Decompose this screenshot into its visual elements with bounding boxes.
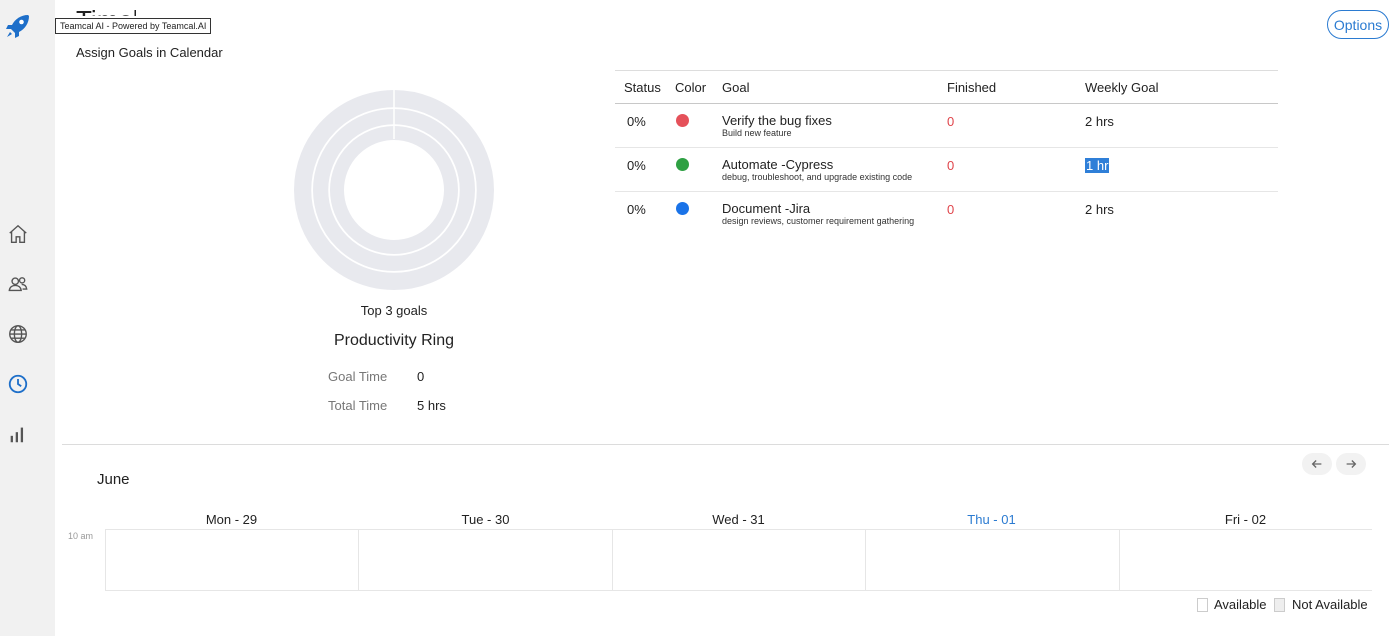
goals-table: Status Color Goal Finished Weekly Goal 0… — [615, 70, 1278, 236]
status-cell: 0% — [615, 147, 666, 192]
weekly-goal-selected-text[interactable]: 1 hr — [1085, 158, 1110, 173]
goal-cell: Document -Jira design reviews, customer … — [713, 192, 938, 236]
calendar-slot-mon[interactable] — [105, 530, 358, 590]
goal-description: design reviews, customer requirement gat… — [722, 216, 915, 226]
clock-icon[interactable] — [6, 372, 30, 396]
not-available-legend-label: Not Available — [1292, 597, 1368, 612]
calendar-slot-tue[interactable] — [358, 530, 611, 590]
page-title: Timeline — [76, 4, 136, 16]
goal-name[interactable]: Verify the bug fixes — [722, 114, 938, 128]
color-cell — [666, 192, 713, 236]
rocket-icon[interactable] — [4, 12, 32, 40]
table-row[interactable]: 0% Verify the bug fixes Build new featur… — [615, 103, 1278, 148]
color-dot[interactable] — [676, 114, 689, 127]
day-header-wed[interactable]: Wed - 31 — [612, 512, 865, 527]
time-label: 10 am — [68, 531, 94, 541]
goal-name[interactable]: Document -Jira — [722, 202, 938, 216]
goal-time-label: Goal Time — [328, 369, 388, 384]
calendar-slot-thu[interactable] — [865, 530, 1118, 590]
finished-column-header[interactable]: Finished — [938, 70, 1076, 104]
arrow-left-icon — [1311, 460, 1322, 468]
day-header-thu[interactable]: Thu - 01 — [865, 512, 1118, 527]
ring-caption: Top 3 goals — [360, 303, 428, 318]
weekly-goal-cell[interactable]: 1 hr — [1076, 147, 1278, 192]
goal-cell: Verify the bug fixes Build new feature — [713, 103, 938, 148]
calendar-slot-wed[interactable] — [611, 530, 865, 590]
month-label: June — [97, 471, 130, 488]
ring-title: Productivity Ring — [333, 332, 455, 349]
finished-cell: 0 — [938, 103, 1076, 148]
calendar-slot-fri[interactable] — [1118, 530, 1372, 590]
available-legend-label: Available — [1214, 597, 1267, 612]
assign-goals-label: Assign Goals in Calendar — [76, 45, 223, 60]
table-row[interactable]: 0% Automate -Cypress debug, troubleshoot… — [615, 147, 1278, 192]
color-cell — [666, 147, 713, 192]
sidebar — [0, 0, 55, 636]
day-header-mon[interactable]: Mon - 29 — [105, 512, 358, 527]
goal-description: debug, troubleshoot, and upgrade existin… — [722, 172, 913, 182]
day-header-fri[interactable]: Fri - 02 — [1119, 512, 1372, 527]
calendar-grid — [105, 529, 1372, 591]
arrow-right-icon — [1346, 460, 1357, 468]
prev-week-button[interactable] — [1302, 453, 1332, 475]
users-icon[interactable] — [6, 272, 30, 296]
goal-description: Build new feature — [722, 128, 792, 138]
app-tooltip: Teamcal AI - Powered by Teamcal.AI — [55, 18, 212, 34]
goal-name[interactable]: Automate -Cypress — [722, 158, 938, 172]
bar-chart-icon[interactable] — [6, 422, 30, 446]
status-cell: 0% — [627, 202, 646, 217]
weekly-goal-column-header[interactable]: Weekly Goal — [1076, 70, 1278, 104]
weekly-goal-cell[interactable]: 2 hrs — [1076, 192, 1278, 236]
goal-column-header[interactable]: Goal — [713, 70, 938, 104]
total-time-value: 5 hrs — [417, 398, 446, 413]
options-button[interactable]: Options — [1327, 10, 1389, 39]
color-column-header[interactable]: Color — [666, 70, 713, 104]
not-available-legend-swatch — [1274, 598, 1285, 612]
table-header-row: Status Color Goal Finished Weekly Goal — [615, 70, 1278, 104]
available-legend-swatch — [1197, 598, 1208, 612]
ring-inner-track — [330, 126, 458, 254]
day-header-tue[interactable]: Tue - 30 — [359, 512, 612, 527]
status-column-header[interactable]: Status — [615, 70, 666, 104]
table-row[interactable]: 0% Document -Jira design reviews, custom… — [615, 192, 1278, 236]
total-time-label: Total Time — [328, 398, 388, 413]
next-week-button[interactable] — [1336, 453, 1366, 475]
section-divider — [62, 444, 1389, 445]
color-cell — [666, 103, 713, 148]
finished-cell: 0 — [947, 202, 955, 217]
color-dot[interactable] — [676, 202, 689, 215]
productivity-ring — [293, 89, 495, 291]
color-dot[interactable] — [676, 158, 689, 171]
weekly-goal-cell[interactable]: 2 hrs — [1076, 103, 1278, 148]
finished-cell: 0 — [938, 147, 1076, 192]
home-icon[interactable] — [6, 222, 30, 246]
goal-cell: Automate -Cypress debug, troubleshoot, a… — [713, 147, 938, 192]
globe-icon[interactable] — [6, 322, 30, 346]
status-cell: 0% — [615, 103, 666, 148]
goal-time-value: 0 — [417, 369, 425, 384]
